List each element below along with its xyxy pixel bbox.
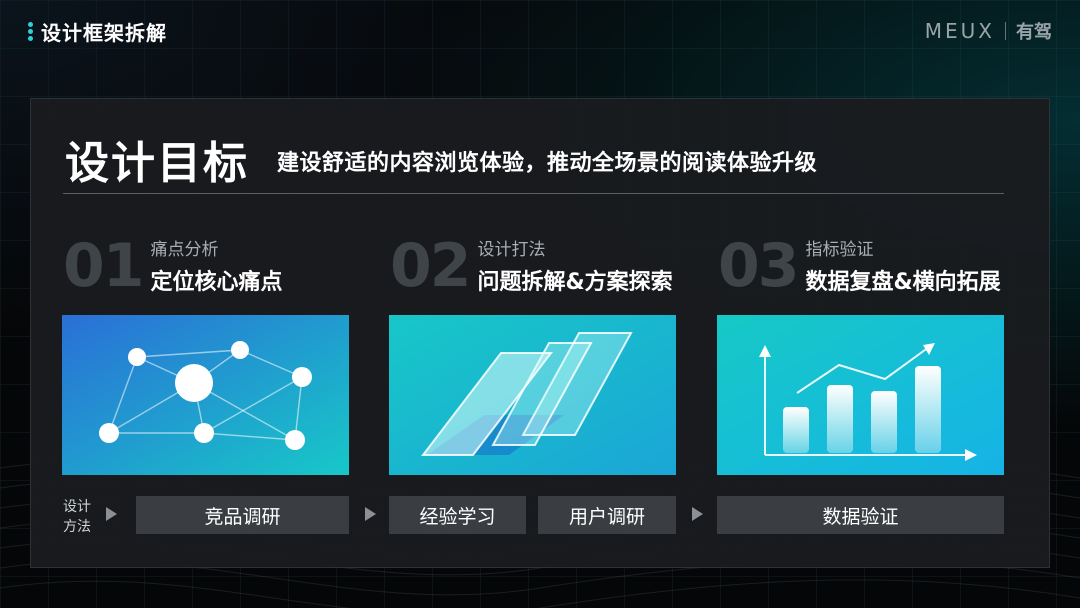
step-3: 03 指标验证 数据复盘&横向拓展 [718, 235, 1001, 296]
method-label-line2: 方法 [63, 519, 91, 535]
arrow-right-icon [106, 507, 117, 521]
step-title: 问题拆解&方案探索 [477, 270, 673, 295]
arrow-right-icon [692, 507, 703, 521]
brand-cn-name: 有驾 [1016, 22, 1052, 43]
header-title: 设计框架拆解 [28, 17, 167, 46]
title-dots-icon [28, 22, 33, 41]
method-item: 竞品调研 [136, 496, 349, 534]
step-title: 定位核心痛点 [150, 270, 283, 295]
step-number: 02 [390, 230, 471, 301]
arrow-right-icon [365, 507, 376, 521]
method-item: 用户调研 [538, 496, 676, 534]
bar-chart-illustration [717, 315, 1004, 475]
divider [63, 193, 1004, 194]
step-1: 01 痛点分析 定位核心痛点 [63, 235, 283, 296]
brand-separator [1005, 22, 1006, 40]
method-label-line1: 设计 [63, 499, 91, 515]
step-subtitle: 痛点分析 [150, 240, 219, 260]
method-item: 数据验证 [717, 496, 1004, 534]
goal-text: 建设舒适的内容浏览体验，推动全场景的阅读体验升级 [277, 151, 818, 176]
step-number: 01 [63, 230, 144, 301]
step-subtitle: 指标验证 [805, 240, 874, 260]
content-panel: 设计目标 建设舒适的内容浏览体验，推动全场景的阅读体验升级 01 痛点分析 定位… [30, 98, 1050, 568]
brand-logo: MEUX 有驾 [925, 18, 1052, 44]
brand-name: MEUX [924, 19, 995, 43]
step-title: 数据复盘&横向拓展 [805, 270, 1001, 295]
layers-illustration [389, 315, 676, 475]
network-illustration [62, 315, 349, 475]
step-number: 03 [718, 230, 799, 301]
goal-label: 设计目标 [65, 138, 249, 189]
header-title-text: 设计框架拆解 [41, 21, 167, 45]
step-subtitle: 设计打法 [477, 240, 546, 260]
method-item: 经验学习 [389, 496, 526, 534]
method-label: 设计 方法 [63, 497, 91, 537]
step-2: 02 设计打法 问题拆解&方案探索 [390, 235, 673, 296]
